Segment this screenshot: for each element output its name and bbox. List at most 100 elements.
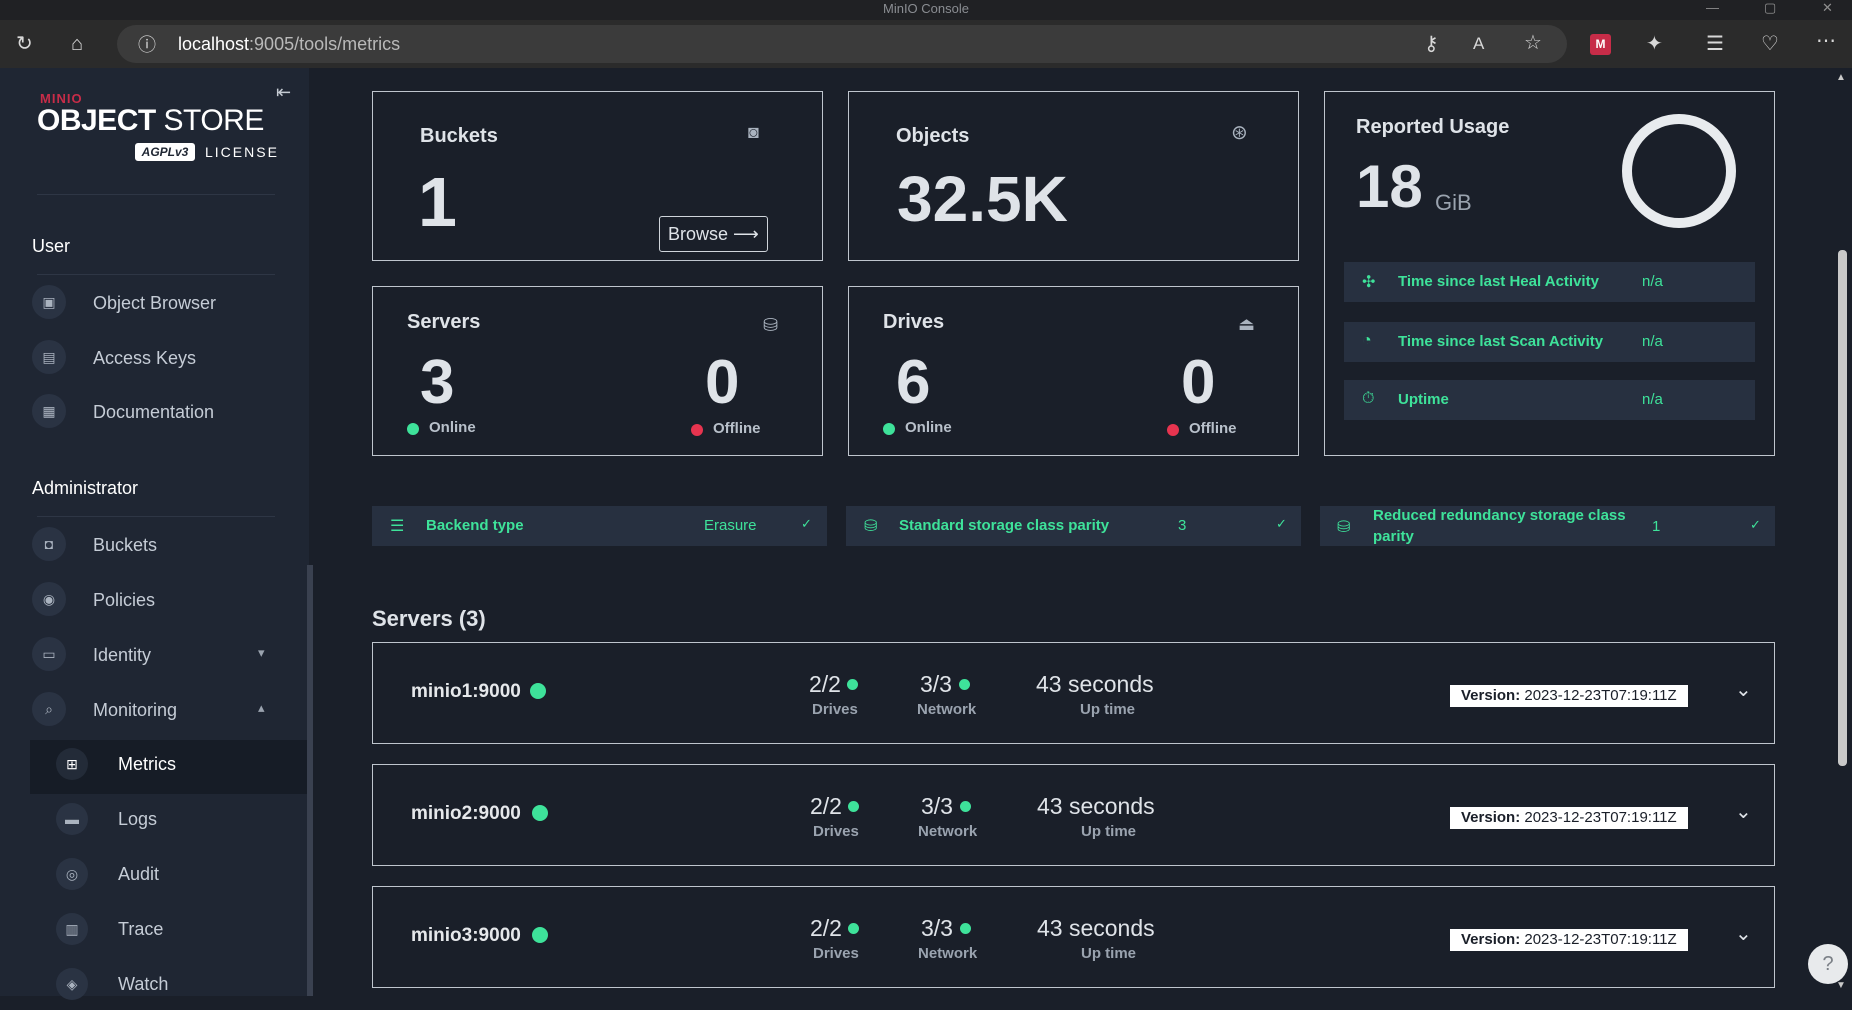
sidebar-item-identity[interactable]: ▭ Identity ▾: [30, 631, 305, 681]
standard-parity-strip: ⛁ Standard storage class parity 3 ✓: [846, 506, 1301, 546]
chevron-down-icon[interactable]: ⌄: [1735, 677, 1752, 702]
sidebar-item-label: Object Browser: [93, 293, 217, 313]
browse-label: Browse: [668, 224, 729, 244]
uptime-row: ⏱ Uptime n/a: [1344, 380, 1755, 420]
backend-type-strip: ☰ Backend type Erasure ✓: [372, 506, 827, 546]
refresh-icon[interactable]: ↻: [16, 34, 33, 54]
network-ratio: 3/3: [921, 915, 953, 941]
version-label: Version:: [1461, 931, 1521, 948]
objects-icon: ⊛: [1231, 122, 1248, 144]
sidebar-item-object-browser[interactable]: ▣ Object Browser: [30, 279, 305, 329]
drives-ratio: 2/2: [810, 793, 842, 819]
drive-icon: ⏏: [1238, 314, 1256, 334]
logo-object: OBJECT: [37, 104, 156, 137]
buckets-title: Buckets: [420, 125, 498, 147]
drives-ratio: 2/2: [810, 915, 842, 941]
server-status-dot: [532, 805, 548, 821]
server-row[interactable]: minio3:9000 2/2 Drives 3/3 Network 43 se…: [372, 886, 1775, 988]
scroll-down-icon[interactable]: ▼: [1836, 980, 1846, 991]
server-status-dot: [532, 927, 548, 943]
drives-card: Drives ⏏ 6 0 Online Offline: [848, 286, 1299, 456]
extension-icon[interactable]: M: [1590, 34, 1611, 55]
version-value: 2023-12-23T07:19:11Z: [1524, 687, 1677, 704]
uptime-caption: Up time: [1081, 823, 1137, 840]
standard-parity-label: Standard storage class parity: [899, 517, 1110, 534]
check-icon: ✓: [1750, 517, 1761, 532]
home-icon[interactable]: ⌂: [71, 34, 83, 54]
sidebar-item-policies[interactable]: ◉ Policies: [30, 576, 305, 626]
metrics-icon: ⊞: [56, 748, 88, 780]
sidebar-item-buckets[interactable]: ◘ Buckets: [30, 521, 305, 571]
version-label: Version:: [1461, 809, 1521, 826]
bucket-icon: ◘: [32, 527, 66, 561]
section-administrator: Administrator: [32, 478, 139, 498]
site-info-icon[interactable]: ⓘ: [138, 35, 156, 55]
close-icon[interactable]: ✕: [1822, 0, 1833, 16]
sidebar-item-label: Identity: [93, 645, 152, 665]
maximize-icon[interactable]: ▢: [1764, 0, 1776, 16]
read-aloud-icon[interactable]: A: [1473, 34, 1484, 54]
sidebar-scrollbar[interactable]: [307, 565, 313, 996]
server-row[interactable]: minio1:9000 2/2 Drives 3/3 Network 43 se…: [372, 642, 1775, 744]
scan-icon: ◔: [1362, 332, 1372, 349]
sidebar-item-logs[interactable]: ▬ Logs: [52, 795, 307, 845]
sidebar-item-access-keys[interactable]: ▤ Access Keys: [30, 334, 305, 384]
sidebar-item-label: Trace: [118, 919, 164, 939]
uptime-label: Uptime: [1398, 391, 1449, 408]
heal-icon: ✣: [1362, 274, 1376, 291]
sidebar-item-label: Watch: [118, 974, 169, 994]
sidebar-item-audit[interactable]: ◎ Audit: [52, 850, 307, 900]
buckets-count: 1: [418, 163, 457, 241]
watch-icon: ◈: [56, 968, 88, 1000]
backend-type-label: Backend type: [426, 517, 524, 534]
arrow-right-icon: ⟶: [733, 224, 759, 244]
network-ratio: 3/3: [921, 793, 953, 819]
extensions-puzzle-icon[interactable]: ✦: [1646, 34, 1663, 54]
logo-license: LICENSE: [205, 144, 279, 160]
scroll-up-icon[interactable]: ▲: [1836, 72, 1846, 83]
sidebar-item-metrics[interactable]: ⊞ Metrics: [30, 740, 308, 794]
chevron-down-icon[interactable]: ⌄: [1735, 799, 1752, 824]
sidebar-item-label: Logs: [118, 809, 158, 829]
sidebar-item-monitoring[interactable]: ⌕ Monitoring ▴: [30, 686, 305, 736]
help-icon[interactable]: ?: [1808, 944, 1848, 984]
sidebar-item-trace[interactable]: ▥ Trace: [52, 905, 307, 955]
buckets-card: Buckets ◙ 1 Browse ⟶: [372, 91, 823, 261]
page-scrollbar-thumb[interactable]: [1838, 250, 1847, 766]
browser-health-icon[interactable]: ♡: [1761, 34, 1779, 54]
sidebar-item-label: Policies: [93, 590, 156, 610]
online-status-dot: [407, 423, 419, 435]
storage-icon: ⛁: [864, 518, 878, 535]
scan-activity-value: n/a: [1642, 333, 1663, 350]
chevron-down-icon[interactable]: ⌄: [1735, 921, 1752, 946]
server-row[interactable]: minio2:9000 2/2 Drives 3/3 Network 43 se…: [372, 764, 1775, 866]
minimize-icon[interactable]: —: [1706, 0, 1719, 15]
sidebar-item-documentation[interactable]: ▦ Documentation: [30, 388, 305, 438]
collapse-sidebar-icon[interactable]: ⇤: [276, 82, 291, 103]
sidebar-item-label: Audit: [118, 864, 160, 884]
logo-store: STORE: [155, 104, 265, 137]
server-name: minio3:9000: [411, 925, 521, 946]
drives-online-count: 6: [896, 348, 931, 417]
url-text[interactable]: localhost:9005/tools/metrics: [178, 34, 400, 55]
uptime-value: 43 seconds: [1036, 671, 1154, 697]
version-label: Version:: [1461, 687, 1521, 704]
policies-shield-icon: ◉: [32, 582, 66, 616]
network-status-dot: [960, 801, 971, 812]
browse-button[interactable]: Browse ⟶: [659, 216, 768, 252]
sidebar-item-watch[interactable]: ◈ Watch: [52, 960, 307, 1010]
drives-title: Drives: [883, 311, 945, 333]
section-user: User: [32, 236, 71, 256]
drives-offline-label: Offline: [1189, 420, 1237, 437]
usage-title: Reported Usage: [1356, 116, 1510, 138]
online-status-dot: [883, 423, 895, 435]
drives-ratio: 2/2: [809, 671, 841, 697]
heal-activity-value: n/a: [1642, 273, 1663, 290]
favorite-star-icon[interactable]: ☆: [1524, 33, 1542, 53]
reduced-parity-value: 1: [1652, 518, 1661, 535]
logo-agpl-badge: AGPLv3: [135, 143, 195, 161]
more-menu-icon[interactable]: ⋯: [1816, 31, 1836, 51]
key-icon[interactable]: ⚷: [1424, 34, 1439, 54]
favorites-list-icon[interactable]: ☰: [1706, 34, 1724, 54]
drives-caption: Drives: [812, 701, 858, 718]
